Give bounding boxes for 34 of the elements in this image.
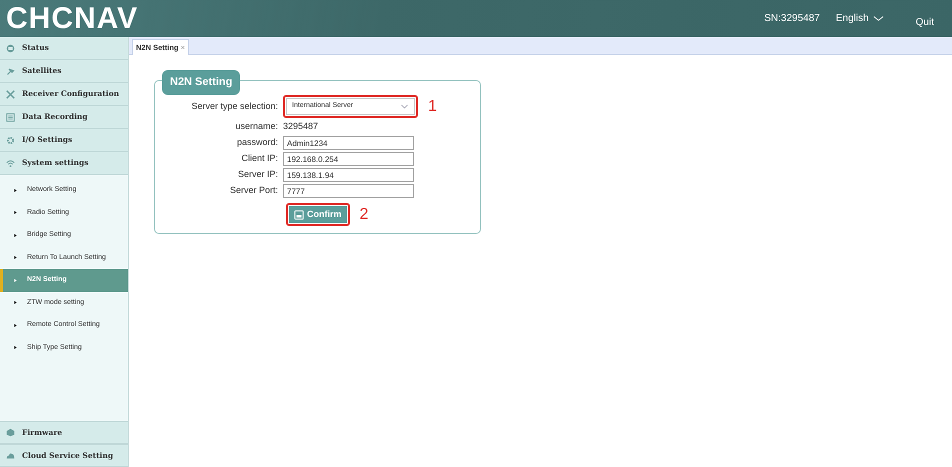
gear-icon xyxy=(6,136,15,144)
serial-number: SN:3295487 xyxy=(764,12,820,26)
field-label: Server type selection: xyxy=(190,100,279,113)
wifi-icon xyxy=(6,158,15,168)
field-label: Server IP: xyxy=(236,168,279,182)
input-field[interactable]: Admin1234 xyxy=(283,136,414,150)
save-icon xyxy=(294,210,304,220)
language-dropdown[interactable]: English xyxy=(836,11,884,26)
input-field[interactable]: 7777 xyxy=(283,184,414,198)
triangle-icon xyxy=(13,232,18,239)
field-label: username: xyxy=(234,120,279,134)
quit-link[interactable]: Quit xyxy=(916,15,934,30)
triangle-icon xyxy=(13,299,18,306)
cloud-icon xyxy=(6,451,15,460)
field-label: Client IP: xyxy=(240,152,279,166)
monitor-icon xyxy=(6,44,15,52)
list-icon xyxy=(6,112,15,122)
annotation-number: 2 xyxy=(360,206,368,222)
field-value: 3295487 xyxy=(283,120,318,134)
triangle-icon xyxy=(13,276,18,284)
triangle-icon xyxy=(13,254,18,262)
field-label: password: xyxy=(236,136,279,150)
logo: CHCNAV xyxy=(6,1,138,37)
field-label: Server Port: xyxy=(228,184,279,198)
cube-icon xyxy=(6,428,15,437)
triangle-icon xyxy=(13,344,18,352)
input-field[interactable]: 192.168.0.254 xyxy=(283,152,414,166)
chevron-down-icon xyxy=(400,102,409,111)
panel-title: N2N Setting xyxy=(162,70,240,94)
triangle-icon xyxy=(13,209,18,216)
input-field[interactable]: 159.138.1.94 xyxy=(283,168,414,182)
triangle-icon xyxy=(13,322,18,329)
triangle-icon xyxy=(13,186,18,194)
annotation-number: 1 xyxy=(428,98,437,114)
